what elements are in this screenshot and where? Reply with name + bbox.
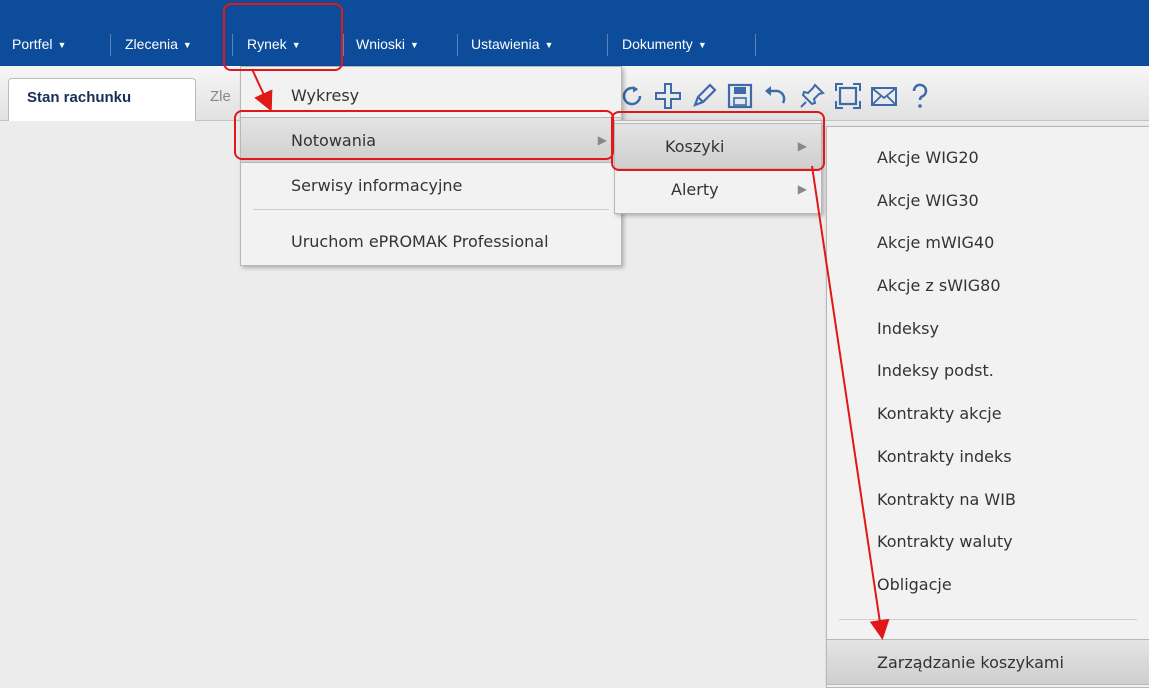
menu-item-akcje-mwig40[interactable]: Akcje mWIG40 [827, 220, 1149, 264]
menu-item-label: Akcje z sWIG80 [877, 275, 1001, 295]
submenu-arrow-icon: ▶ [797, 182, 807, 196]
menu-item-label: Kontrakty waluty [877, 531, 1013, 551]
nav-divider [607, 34, 608, 56]
menu-item-serwisy[interactable]: Serwisy informacyjne [241, 163, 621, 207]
rynek-dropdown-menu: Wykresy Notowania ▶ Serwisy informacyjne … [240, 66, 622, 266]
nav-zlecenia[interactable]: Zlecenia ▼ [125, 30, 192, 58]
menu-item-label: Indeksy [877, 318, 939, 338]
nav-ustawienia[interactable]: Ustawienia ▼ [471, 30, 553, 58]
nav-label: Wnioski [356, 36, 406, 52]
koszyki-submenu: Akcje WIG20 Akcje WIG30 Akcje mWIG40 Akc… [826, 126, 1149, 688]
annotation-box-notowania [234, 110, 614, 160]
menu-item-label: Uruchom ePROMAK Professional [291, 231, 549, 251]
nav-divider [457, 34, 458, 56]
nav-label: Zlecenia [125, 36, 178, 52]
menu-item-kontrakty-akcje[interactable]: Kontrakty akcje [827, 391, 1149, 435]
menu-item-label: Obligacje [877, 574, 952, 594]
chevron-down-icon: ▼ [544, 40, 554, 50]
top-navbar: Portfel ▼ Zlecenia ▼ Rynek ▼ Wnioski ▼ Ustaw… [0, 0, 1149, 66]
menu-item-indeksy-podst[interactable]: Indeksy podst. [827, 348, 1149, 392]
nav-label: Portfel [12, 36, 53, 52]
menu-item-label: Kontrakty indeks [877, 446, 1012, 466]
nav-label: Ustawienia [471, 36, 540, 52]
undo-icon[interactable] [758, 78, 794, 114]
menu-item-label: Wykresy [291, 85, 360, 105]
edit-icon[interactable] [686, 78, 722, 114]
menu-item-alerty[interactable]: Alerty ▶ [615, 167, 821, 211]
chevron-down-icon: ▼ [697, 40, 707, 50]
menu-item-label: Kontrakty na WIB [877, 489, 1016, 509]
tab-zlecenia[interactable]: Zle [210, 88, 231, 105]
pin-icon[interactable] [794, 78, 830, 114]
menu-item-label: Akcje WIG30 [877, 190, 979, 210]
menu-divider [839, 619, 1137, 620]
menu-item-akcje-swig80[interactable]: Akcje z sWIG80 [827, 263, 1149, 307]
menu-item-kontrakty-waluty[interactable]: Kontrakty waluty [827, 519, 1149, 563]
tab-stan-rachunku[interactable]: Stan rachunku [8, 78, 196, 123]
menu-item-label: Akcje mWIG40 [877, 232, 995, 252]
add-icon[interactable] [650, 78, 686, 114]
menu-item-uruchom-epromak[interactable]: Uruchom ePROMAK Professional [241, 219, 621, 263]
nav-divider [755, 34, 756, 56]
menu-item-indeksy[interactable]: Indeksy [827, 306, 1149, 350]
nav-divider [343, 34, 344, 56]
menu-item-label: Alerty [671, 179, 719, 199]
annotation-box-koszyki [611, 111, 825, 171]
nav-divider [110, 34, 111, 56]
menu-divider [253, 209, 609, 210]
nav-label: Dokumenty [622, 36, 693, 52]
menu-item-label: Serwisy informacyjne [291, 175, 463, 195]
menu-item-akcje-wig30[interactable]: Akcje WIG30 [827, 178, 1149, 222]
save-icon[interactable] [722, 78, 758, 114]
menu-item-kontrakty-wib[interactable]: Kontrakty na WIB [827, 477, 1149, 521]
menu-item-kontrakty-indeks[interactable]: Kontrakty indeks [827, 434, 1149, 478]
mail-icon[interactable] [866, 78, 902, 114]
menu-item-label: Zarządzanie koszykami [877, 652, 1064, 672]
chevron-down-icon: ▼ [410, 40, 419, 50]
nav-dokumenty[interactable]: Dokumenty ▼ [622, 30, 707, 58]
menu-item-obligacje[interactable]: Obligacje [827, 562, 1149, 606]
menu-item-akcje-wig20[interactable]: Akcje WIG20 [827, 135, 1149, 179]
menu-item-label: Kontrakty akcje [877, 403, 1002, 423]
chevron-down-icon: ▼ [57, 40, 67, 50]
menu-item-zarzadzanie-koszykami[interactable]: Zarządzanie koszykami [827, 639, 1149, 685]
nav-portfel[interactable]: Portfel ▼ [12, 30, 66, 58]
help-icon[interactable] [902, 78, 938, 114]
menu-item-label: Indeksy podst. [877, 360, 994, 380]
menu-item-label: Akcje WIG20 [877, 147, 979, 167]
chevron-down-icon: ▼ [182, 40, 192, 50]
fullscreen-icon[interactable] [830, 78, 866, 114]
annotation-box-rynek [223, 3, 343, 71]
nav-wnioski[interactable]: Wnioski ▼ [356, 30, 419, 58]
tab-label: Stan rachunku [27, 89, 132, 106]
